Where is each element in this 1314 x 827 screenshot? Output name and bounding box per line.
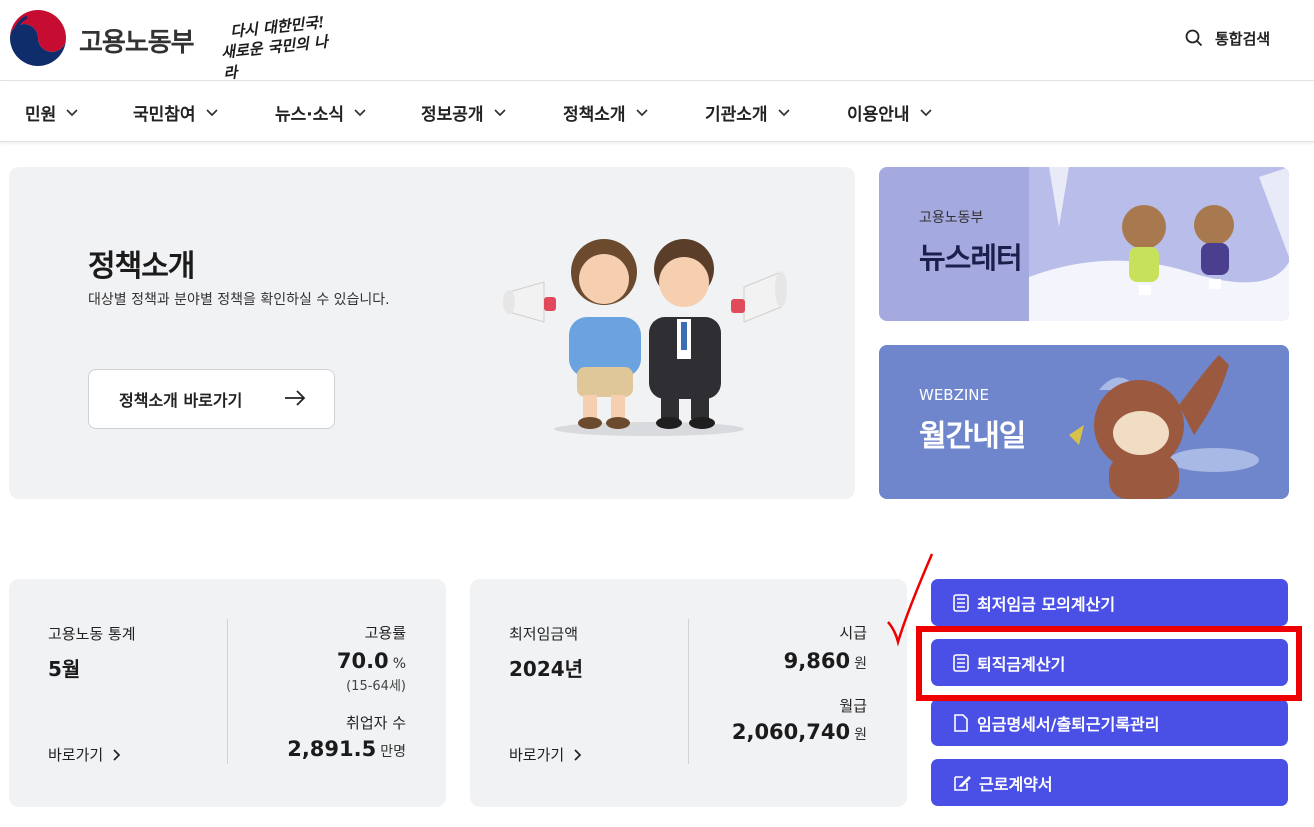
nav-item-guide[interactable]: 이용안내 [847, 100, 932, 125]
nav-item-participation[interactable]: 국민참여 [133, 100, 218, 125]
employment-rate-value: 70.0% [337, 649, 406, 673]
employed-count-label: 취업자 수 [346, 714, 406, 732]
statistics-month: 5월 [48, 657, 81, 681]
highlight-box-annotation [916, 626, 1302, 701]
hourly-wage-unit: 원 [854, 656, 867, 672]
wage-shortcut-link[interactable]: 바로가기 [509, 744, 582, 765]
edit-document-icon [954, 775, 971, 791]
nav-item-label: 정책소개 [563, 105, 626, 125]
nav-item-label: 정보공개 [421, 105, 484, 125]
chevron-down-icon [66, 108, 78, 116]
nav-item-label: 민원 [25, 105, 57, 125]
webzine-banner[interactable]: WEBZINE 월간내일 [879, 345, 1289, 499]
monthly-wage-number: 2,060,740 [731, 720, 851, 744]
newsletter-title: 뉴스레터 [919, 241, 1023, 275]
policy-title: 정책소개 [88, 249, 195, 284]
newsletter-subtitle: 고용노동부 [919, 210, 984, 226]
chevron-down-icon [919, 108, 932, 116]
wage-label: 최저임금액 [509, 625, 579, 643]
chevron-right-icon [113, 748, 121, 761]
nav-item-label: 이용안내 [847, 105, 910, 125]
pay-statement-attendance-button[interactable]: 임금명세서/출퇴근기록관리 [931, 699, 1288, 746]
labor-statistics-card: 고용노동 통계 5월 바로가기 고용률 70.0% (15-64세) 취업자 수… [9, 579, 446, 807]
card-divider [227, 619, 228, 764]
policy-banner: 정책소개 대상별 정책과 분야별 정책을 확인하실 수 있습니다. 정책소개 바… [9, 167, 855, 499]
minimum-wage-calculator-button[interactable]: 최저임금 모의계산기 [931, 579, 1288, 626]
tool-label: 최저임금 모의계산기 [977, 594, 1116, 614]
snow-scene-illustration [1029, 167, 1289, 321]
chevron-down-icon [635, 108, 648, 116]
nav-item-civil-service[interactable]: 민원 [25, 100, 78, 125]
minimum-wage-card: 최저임금액 2024년 바로가기 시급 9,860 원 월급 2,060,740 원 [470, 579, 907, 807]
characters-illustration [503, 239, 787, 436]
employment-rate-note: (15-64세) [346, 679, 406, 694]
chevron-down-icon [493, 108, 506, 116]
chevron-down-icon [354, 108, 366, 116]
calculator-icon [953, 593, 969, 612]
webzine-title: 월간내일 [919, 419, 1026, 454]
employment-rate-unit: % [392, 656, 406, 672]
statistics-shortcut-label: 바로가기 [48, 746, 104, 764]
document-icon [954, 713, 968, 732]
search-label: 통합검색 [1215, 29, 1271, 48]
employed-count-value: 2,891.5 만명 [287, 737, 406, 761]
webzine-subtitle: WEBZINE [919, 386, 989, 404]
policy-shortcut-label: 정책소개 바로가기 [119, 391, 243, 410]
employment-rate-number: 70.0 [336, 649, 389, 673]
nav-item-label: 국민참여 [133, 105, 196, 125]
hourly-wage-value: 9,860 원 [784, 649, 867, 673]
wage-shortcut-label: 바로가기 [509, 746, 565, 764]
nav-item-information[interactable]: 정보공개 [421, 100, 506, 125]
main-nav: 민원 국민참여 뉴스·소식 정보공개 정책소개 기관소개 이용안내 [0, 82, 1314, 142]
employed-count-unit: 만명 [380, 744, 406, 760]
policy-shortcut-button[interactable]: 정책소개 바로가기 [88, 369, 335, 429]
policy-description: 대상별 정책과 분야별 정책을 확인하실 수 있습니다. [88, 292, 390, 308]
chevron-down-icon [205, 108, 218, 116]
hourly-wage-number: 9,860 [783, 649, 851, 673]
sloth-illustration [1069, 355, 1259, 499]
site-header: 고용노동부 다시 대한민국! 새로운 국민의 나라 통합검색 [0, 0, 1314, 83]
wage-year: 2024년 [509, 657, 584, 681]
nav-item-label: 기관소개 [705, 105, 768, 125]
monthly-wage-value: 2,060,740 원 [732, 720, 867, 744]
tool-label: 임금명세서/출퇴근기록관리 [977, 714, 1160, 734]
monthly-wage-label: 월급 [839, 697, 867, 715]
tool-label: 근로계약서 [979, 774, 1053, 794]
search-button[interactable]: 통합검색 [1185, 26, 1270, 50]
government-emblem-icon[interactable] [9, 9, 67, 67]
chevron-right-icon [574, 748, 582, 761]
employed-count-number: 2,891.5 [287, 737, 377, 761]
arrow-right-icon [285, 390, 306, 406]
nav-item-label: 뉴스·소식 [275, 105, 345, 125]
search-icon [1185, 29, 1203, 47]
slogan: 다시 대한민국! 새로운 국민의 나라 [220, 13, 332, 83]
nav-item-news[interactable]: 뉴스·소식 [275, 100, 366, 125]
employment-rate-label: 고용률 [364, 624, 406, 642]
employment-contract-button[interactable]: 근로계약서 [931, 759, 1288, 806]
logo-text[interactable]: 고용노동부 [79, 22, 195, 59]
monthly-wage-unit: 원 [854, 727, 867, 743]
nav-item-policy[interactable]: 정책소개 [563, 100, 648, 125]
chevron-down-icon [777, 108, 790, 116]
nav-item-organization[interactable]: 기관소개 [705, 100, 790, 125]
card-divider [688, 619, 689, 764]
statistics-label: 고용노동 통계 [48, 625, 136, 643]
newsletter-banner[interactable]: 고용노동부 뉴스레터 [879, 167, 1289, 321]
hourly-wage-label: 시급 [839, 624, 867, 642]
statistics-shortcut-link[interactable]: 바로가기 [48, 744, 121, 765]
